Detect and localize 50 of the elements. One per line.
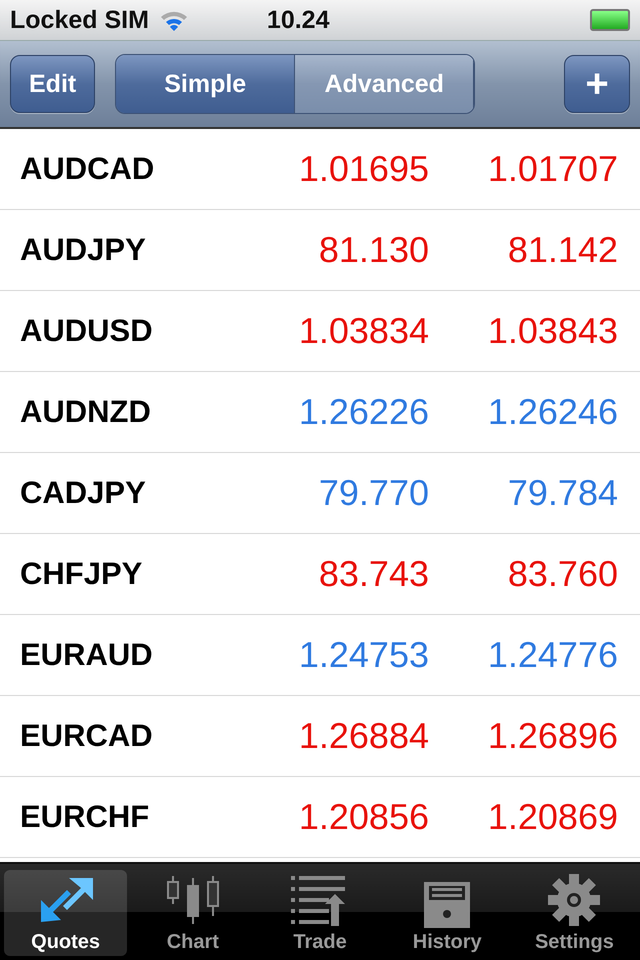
bid-price: 1.26226 [298, 391, 429, 433]
quote-row[interactable]: AUDNZD 1.26226 1.26246 [0, 372, 640, 453]
bid-price: 1.20856 [298, 796, 429, 838]
ask-price: 1.26896 [486, 715, 618, 757]
quote-row[interactable]: AUDJPY 81.130 81.142 [0, 210, 640, 291]
bid-price: 83.743 [318, 553, 429, 595]
bid-price: 79.770 [318, 472, 429, 514]
ask-price: 81.142 [506, 229, 618, 271]
ask-price: 83.760 [506, 553, 618, 595]
edit-button[interactable]: Edit [10, 55, 96, 113]
symbol-name: AUDJPY [20, 232, 147, 268]
symbol-name: AUDNZD [20, 394, 152, 430]
clock-time: 10.24 [266, 6, 330, 34]
ask-price: 1.26246 [486, 391, 618, 433]
ask-price: 1.20869 [486, 796, 618, 838]
bid-price: 81.130 [318, 229, 429, 271]
segment-tab[interactable]: Simple [116, 55, 296, 113]
quote-row[interactable]: CADJPY 79.770 79.784 [0, 453, 640, 534]
ask-price: 79.784 [506, 472, 618, 514]
tab-bar-item[interactable]: History [386, 870, 509, 956]
carrier-name: Locked SIM [10, 6, 149, 34]
tab-bar-item[interactable]: Trade [258, 870, 382, 956]
bid-price: 1.26884 [298, 715, 429, 757]
wifi-icon [158, 9, 189, 31]
symbol-name: CHFJPY [20, 556, 144, 592]
candlestick-icon [164, 874, 221, 926]
ask-price: 1.24776 [486, 634, 618, 676]
quote-row[interactable]: EURAUD 1.24753 1.24776 [0, 615, 640, 696]
symbol-name: AUDCAD [20, 151, 156, 187]
tab-bar-item[interactable]: Settings [512, 870, 636, 956]
symbol-name: EURCHF [20, 799, 150, 835]
quote-row[interactable]: CHFJPY 83.743 83.760 [0, 534, 640, 615]
symbol-name: CADJPY [20, 475, 147, 511]
quote-row[interactable]: AUDCAD 1.01695 1.01707 [0, 129, 640, 210]
symbol-name: AUDUSD [20, 313, 154, 349]
bid-price: 1.01695 [298, 148, 429, 190]
battery-icon [590, 9, 630, 31]
add-button[interactable]: + [564, 55, 630, 113]
quote-row[interactable]: AUDUSD 1.03834 1.03843 [0, 291, 640, 372]
symbol-name: EURCAD [20, 718, 154, 754]
quote-row[interactable]: EURCHF 1.20856 1.20869 [0, 777, 640, 858]
ask-price: 1.03843 [486, 310, 618, 352]
bid-price: 1.24753 [298, 634, 429, 676]
tab-bar-item[interactable]: Chart [131, 870, 254, 956]
symbol-name: EURAUD [20, 637, 154, 673]
tab-bar-item[interactable]: Quotes [4, 870, 128, 956]
bid-price: 1.03834 [298, 310, 429, 352]
ask-price: 1.01707 [486, 148, 618, 190]
quote-row[interactable]: EURCAD 1.26884 1.26896 [0, 696, 640, 777]
settings-icon [548, 874, 600, 926]
